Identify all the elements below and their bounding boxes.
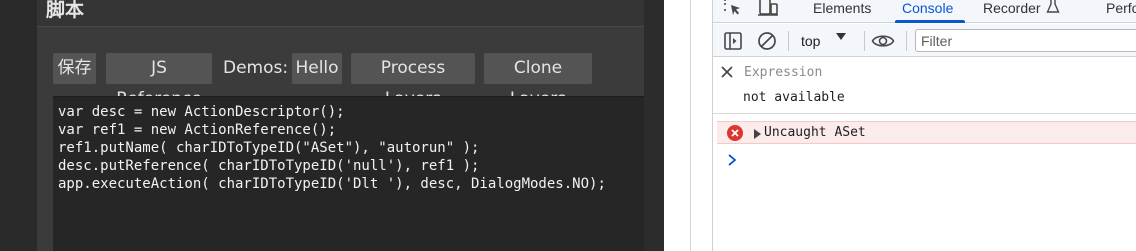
chevron-down-icon[interactable] — [836, 33, 846, 40]
expression-label[interactable]: Expression — [744, 65, 822, 80]
toolbar-separator — [788, 31, 789, 51]
code-editor[interactable]: var desc = new ActionDescriptor(); var r… — [53, 96, 644, 251]
code-line: ref1.putName( charIDToTypeID("ASet"), "a… — [58, 140, 480, 156]
expression-value: not available — [743, 90, 845, 105]
tab-recorder[interactable]: Recorder — [983, 0, 1041, 19]
tab-console[interactable]: Console — [902, 0, 953, 19]
console-error-message[interactable]: Uncaught ASet — [717, 121, 1136, 144]
process-layers-demo-button[interactable]: Process Layers — [351, 53, 475, 109]
live-expression: Expression not available — [713, 58, 1136, 114]
close-icon[interactable] — [719, 64, 735, 80]
panel-header: 脚本 — [37, 0, 644, 27]
expand-triangle-icon[interactable] — [754, 129, 761, 139]
code-line: var ref1 = new ActionReference(); — [58, 122, 337, 138]
devtools-tabbar: Elements Console Recorder Performance — [713, 0, 1136, 23]
filter-input[interactable] — [915, 29, 1136, 52]
clone-layers-demo-button[interactable]: Clone Layers — [484, 53, 592, 109]
active-tab-indicator — [895, 20, 965, 23]
panel-gap — [644, 0, 664, 251]
error-text: Uncaught ASet — [764, 125, 866, 140]
script-toolbar: 保存 JS Reference Demos: Hello Process Lay… — [53, 53, 643, 109]
code-line: var desc = new ActionDescriptor(); — [58, 104, 345, 120]
demos-label: Demos: — [223, 58, 289, 78]
tab-performance[interactable]: Performance — [1106, 0, 1136, 19]
live-expression-eye-icon[interactable] — [871, 30, 895, 52]
console-prompt-icon[interactable] — [726, 152, 738, 168]
device-toolbar-icon[interactable] — [756, 0, 780, 18]
show-sidebar-icon[interactable] — [722, 30, 744, 52]
error-icon — [727, 125, 743, 141]
toolbar-separator — [864, 31, 865, 51]
panel-title: 脚本 — [46, 0, 85, 21]
script-panel: 脚本 保存 JS Reference Demos: Hello Process … — [37, 0, 644, 251]
toolbar-separator — [906, 31, 907, 51]
save-button[interactable]: 保存 — [53, 53, 96, 84]
code-line: desc.putReference( charIDToTypeID('null'… — [58, 158, 480, 174]
hello-demo-button[interactable]: Hello — [292, 53, 342, 84]
js-reference-button[interactable]: JS Reference — [106, 53, 212, 109]
code-line: app.executeAction( charIDToTypeID('Dlt '… — [58, 176, 606, 192]
clear-console-icon[interactable] — [756, 30, 778, 52]
devtools-window: Elements Console Recorder Performance — [664, 0, 1136, 251]
inspect-element-icon[interactable] — [722, 0, 744, 18]
devtools-main: Elements Console Recorder Performance — [713, 0, 1136, 251]
console-toolbar: top — [713, 24, 1136, 57]
flask-icon — [1045, 0, 1061, 15]
devtools-left-strip — [664, 0, 691, 251]
tab-elements[interactable]: Elements — [813, 0, 871, 19]
context-selector[interactable]: top — [801, 30, 820, 52]
